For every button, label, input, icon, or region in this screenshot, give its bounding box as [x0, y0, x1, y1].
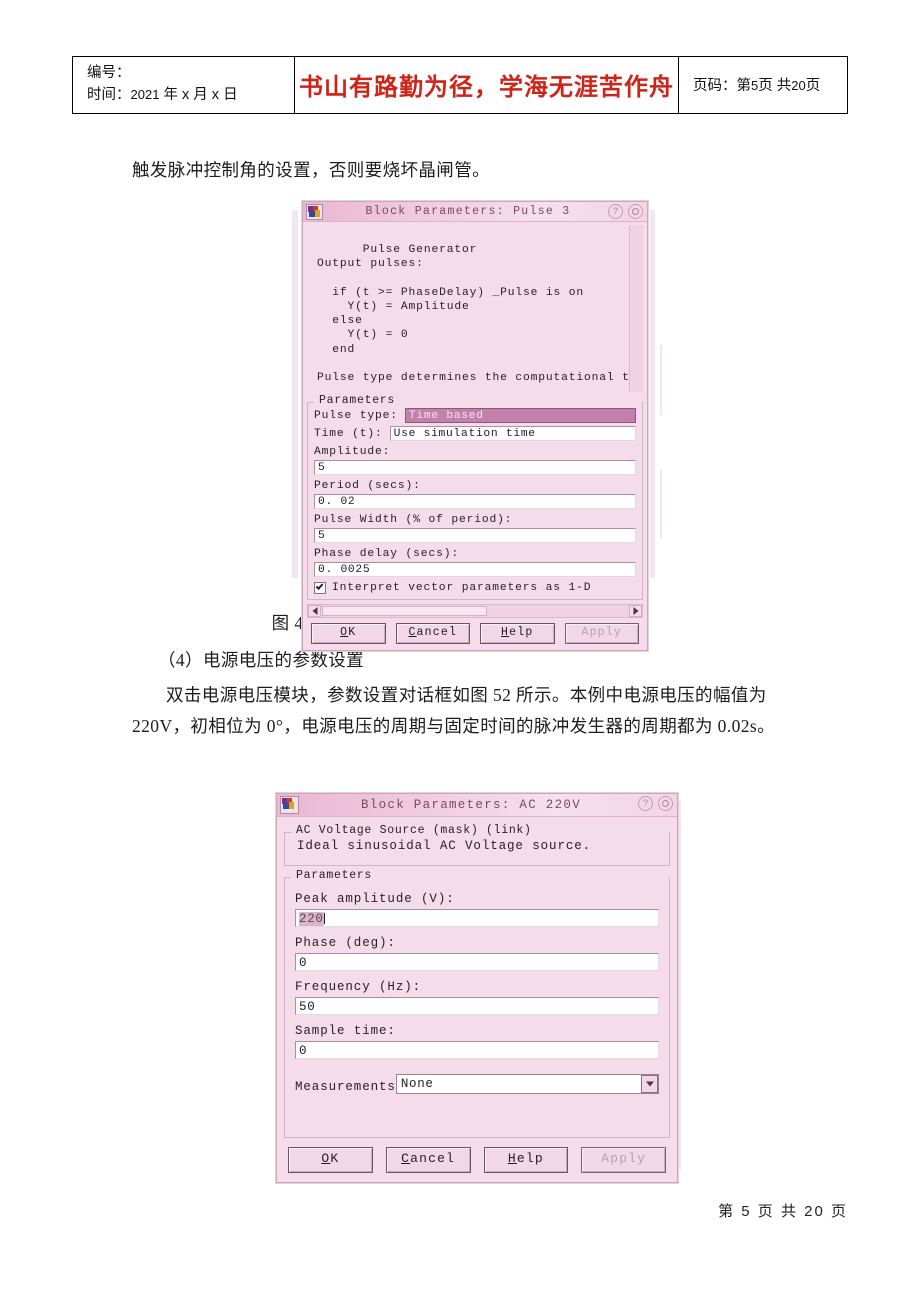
peak-amplitude-field[interactable]: 220: [295, 909, 659, 927]
frequency-label: Frequency (Hz):: [295, 980, 422, 994]
body-paragraph: 双击电源电压模块，参数设置对话框如图 52 所示。本例中电源电压的幅值为 220…: [132, 685, 776, 736]
ok-button[interactable]: OK: [288, 1147, 373, 1173]
pulse-dialog-title: Block Parameters: Pulse 3: [365, 205, 571, 218]
pulse-parameters-group: Parameters Pulse type: Time based Time (…: [307, 394, 643, 600]
pulse-type-label: Pulse type:: [314, 409, 398, 422]
close-icon[interactable]: [628, 204, 643, 219]
sample-time-label: Sample time:: [295, 1024, 396, 1038]
text-caret: [323, 913, 325, 924]
sample-time-field[interactable]: 0: [295, 1041, 659, 1059]
ac-mask-group: AC Voltage Source (mask) (link) Ideal si…: [284, 824, 670, 866]
amplitude-field[interactable]: 5: [314, 460, 636, 475]
block-parameters-ac-dialog[interactable]: Block Parameters: AC 220V ? AC Voltage S…: [276, 793, 678, 1183]
help-button[interactable]: Help: [483, 1147, 569, 1173]
interpret-vector-label: Interpret vector parameters as 1-D: [332, 582, 592, 594]
checkbox-checked-icon[interactable]: [314, 582, 326, 594]
ac-parameters-legend: Parameters: [292, 869, 377, 882]
pulse-width-label: Pulse Width (% of period):: [314, 514, 513, 526]
help-button[interactable]: Help: [480, 623, 555, 644]
scroll-left-icon[interactable]: [308, 605, 321, 617]
apply-button[interactable]: Apply: [564, 623, 639, 644]
chevron-down-icon[interactable]: [641, 1075, 658, 1093]
measurements-label: Measurements: [295, 1080, 396, 1094]
period-label: Period (secs):: [314, 480, 421, 492]
ac-dialog-titlebar[interactable]: Block Parameters: AC 220V ?: [277, 794, 677, 817]
background-artifact: [660, 470, 662, 538]
frequency-field[interactable]: 50: [295, 997, 659, 1015]
ac-dialog-buttons: OK Cancel Help Apply: [284, 1138, 670, 1176]
measurements-row: Measurements None: [295, 1071, 659, 1097]
ac-dialog-body: AC Voltage Source (mask) (link) Ideal si…: [277, 817, 677, 1182]
page-header-table: 编号： 时间：2021 年 x 月 x 日 书山有路勤为径，学海无涯苦作舟 页码…: [72, 56, 848, 114]
header-year: 2021: [130, 86, 160, 102]
header-number-label: 编号：: [87, 65, 131, 81]
pulse-description-vscrollbar[interactable]: [629, 225, 643, 392]
amplitude-label: Amplitude:: [314, 446, 391, 458]
phase-field[interactable]: 0: [295, 953, 659, 971]
measurements-select[interactable]: None: [395, 1074, 659, 1094]
phase-label: Phase (deg):: [295, 936, 396, 950]
pulse-dialog-titlebar[interactable]: Block Parameters: Pulse 3 ?: [303, 202, 647, 222]
measurements-value: None: [400, 1077, 434, 1091]
header-motto: 书山有路勤为径，学海无涯苦作舟: [299, 75, 674, 102]
pulse-dialog-hscrollbar[interactable]: [307, 604, 643, 618]
pulse-width-field[interactable]: 5: [314, 528, 636, 543]
interpret-vector-row[interactable]: Interpret vector parameters as 1-D: [314, 582, 636, 594]
peak-amplitude-label: Peak amplitude (V):: [295, 892, 455, 906]
ac-dialog-title: Block Parameters: AC 220V: [360, 798, 582, 812]
background-artifact: [660, 345, 662, 415]
background-artifact: [292, 210, 298, 578]
period-field[interactable]: 0. 02: [314, 494, 636, 509]
hscroll-thumb[interactable]: [322, 606, 487, 616]
ac-mask-legend: AC Voltage Source (mask) (link): [292, 824, 536, 837]
header-page-total: 20: [791, 78, 806, 94]
help-icon[interactable]: ?: [638, 796, 653, 811]
scroll-right-icon[interactable]: [629, 605, 642, 617]
time-field[interactable]: Use simulation time: [389, 426, 636, 441]
header-cell-pagination: 页码：第5页 共20页: [678, 56, 848, 114]
help-icon[interactable]: ?: [608, 204, 623, 219]
pulse-dialog-body: Pulse Generator Output pulses: if (t >= …: [303, 222, 647, 650]
pulse-type-row: Pulse type: Time based: [314, 408, 636, 423]
cancel-button[interactable]: Cancel: [395, 623, 470, 644]
intro-paragraph: 触发脉冲控制角的设置，否则要烧坏晶闸管。: [132, 160, 490, 180]
cancel-button[interactable]: Cancel: [385, 1147, 471, 1173]
background-artifact: [678, 800, 681, 1170]
pulse-parameters-legend: Parameters: [315, 394, 400, 407]
peak-amplitude-value: 220: [299, 912, 324, 926]
ac-parameters-group: Parameters Peak amplitude (V): 220 Phase…: [284, 869, 670, 1138]
header-date-label: 时间：2021 年 x 月 x 日: [87, 86, 238, 103]
page-footer: 第 5 页 共 20 页: [718, 1203, 848, 1220]
background-artifact: [650, 210, 655, 578]
time-label: Time (t):: [314, 427, 383, 440]
block-parameters-pulse-dialog[interactable]: Block Parameters: Pulse 3 ? Pulse Genera…: [302, 201, 648, 651]
time-row: Time (t): Use simulation time: [314, 426, 636, 441]
simulink-app-icon: [306, 203, 323, 220]
close-icon[interactable]: [658, 796, 673, 811]
ok-button[interactable]: OK: [311, 623, 386, 644]
pulse-dialog-title-buttons: ?: [608, 204, 643, 219]
header-cell-motto: 书山有路勤为径，学海无涯苦作舟: [294, 56, 679, 114]
ac-mask-description: Ideal sinusoidal AC Voltage source.: [297, 839, 592, 853]
simulink-app-icon: [280, 796, 299, 814]
header-cell-info: 编号： 时间：2021 年 x 月 x 日: [72, 56, 295, 114]
pulse-description-pane: Pulse Generator Output pulses: if (t >= …: [307, 225, 643, 392]
pulse-dialog-buttons: OK Cancel Help Apply: [307, 618, 643, 646]
pulse-type-select[interactable]: Time based: [404, 408, 636, 423]
phase-delay-field[interactable]: 0. 0025: [314, 562, 636, 577]
pulse-description-text: Pulse Generator Output pulses: if (t >= …: [317, 244, 643, 385]
apply-button[interactable]: Apply: [581, 1147, 666, 1173]
ac-dialog-title-buttons: ?: [638, 796, 673, 811]
phase-delay-label: Phase delay (secs):: [314, 548, 459, 560]
